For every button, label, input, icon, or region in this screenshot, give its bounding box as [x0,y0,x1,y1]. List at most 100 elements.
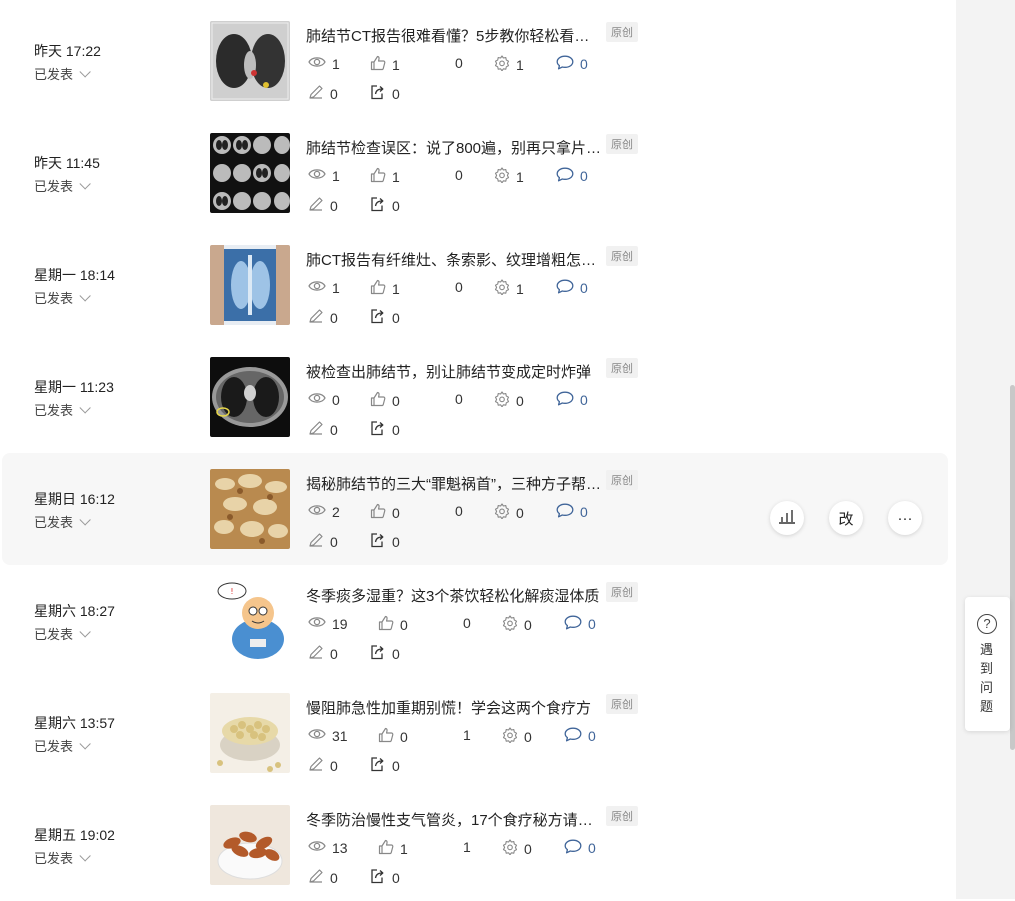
article-title[interactable]: 冬季痰多湿重？这3个茶饮轻松化解痰湿体质 [306,585,604,606]
article-thumbnail[interactable]: ! [210,581,290,661]
pen-icon [308,756,330,775]
chevron-down-icon [79,625,91,638]
article-title[interactable]: 揭秘肺结节的三大“罪魁祸首”，三种方子帮你化解 [306,473,604,494]
article-thumbnail[interactable] [210,21,290,101]
comments-count: 0 [588,840,596,856]
forwards-stat[interactable]: 0 [370,644,400,663]
recommends-count: 0 [524,616,532,633]
forwards-stat[interactable]: 0 [370,196,400,215]
views-stat: 0 [308,391,340,408]
article-thumbnail[interactable] [210,245,290,325]
article-row[interactable]: 昨天 11:45 已发表 肺结节检查误区：说了800遍，别再只拿片子不拿报告原创 1 1… [2,117,948,229]
likes-stat: 1 [378,839,408,858]
forwards-stat[interactable]: 0 [370,308,400,327]
publish-status-dropdown[interactable]: 已发表 [34,736,91,755]
shares-count: 0 [455,279,463,295]
article-row[interactable]: 星期一 11:23 已发表 被检查出肺结节，别让肺结节变成定时炸弹 原创 0 0 0 0 0 0 0 [2,341,948,453]
likes-stat: 0 [370,391,400,410]
forwards-count: 0 [392,645,400,662]
likes-count: 1 [392,56,400,73]
more-button[interactable]: ··· [888,501,922,535]
comments-stat[interactable]: 0 [556,503,588,521]
chevron-down-icon [79,849,91,862]
scrollbar[interactable] [1010,385,1015,750]
forwards-count: 0 [392,197,400,214]
chevron-down-icon [79,513,91,526]
article-title[interactable]: 肺结节CT报告很难看懂？5步教你轻松看懂CT报告 [306,25,604,46]
chevron-down-icon [79,65,91,78]
article-thumbnail[interactable] [210,469,290,549]
forwards-stat[interactable]: 0 [370,84,400,103]
pen-icon [308,420,330,439]
likes-count: 1 [400,840,408,857]
likes-count: 0 [392,392,400,409]
publish-status-label: 已发表 [34,179,74,194]
article-row[interactable]: 星期日 16:12 已发表 揭秘肺结节的三大“罪魁祸首”，三种方子帮你化解 原创 2 0 0… [2,453,948,565]
views-count: 0 [332,391,340,408]
likes-count: 0 [392,504,400,521]
article-thumbnail[interactable] [210,133,290,213]
forwards-stat[interactable]: 0 [370,532,400,551]
chevron-down-icon [79,737,91,750]
forwards-stat[interactable]: 0 [370,756,400,775]
gear-icon [494,503,516,522]
comments-stat[interactable]: 0 [564,727,596,745]
shares-count: 0 [455,167,463,183]
help-button[interactable]: ? 遇到问题 [965,597,1010,731]
article-row[interactable]: 昨天 17:22 已发表 肺结节CT报告很难看懂？5步教你轻松看懂CT报告原创 1 1 0… [2,5,948,117]
comments-stat[interactable]: 0 [556,167,588,185]
forwards-count: 0 [392,533,400,550]
comments-stat[interactable]: 0 [564,839,596,857]
views-count: 19 [332,615,348,632]
comments-count: 0 [588,616,596,632]
article-thumbnail[interactable] [210,357,290,437]
thumbs-up-icon [378,727,400,746]
edits-count: 0 [330,869,338,886]
comments-stat[interactable]: 0 [556,391,588,409]
publish-time: 星期六 18:27 [34,603,115,619]
publish-status-dropdown[interactable]: 已发表 [34,64,91,83]
publish-status-dropdown[interactable]: 已发表 [34,848,91,867]
forwards-count: 0 [392,309,400,326]
article-row[interactable]: 星期五 19:02 已发表 冬季防治慢性支气管炎，17个食疗秘方请收好 原创 13 1 1 0… [2,789,948,901]
article-title[interactable]: 被检查出肺结节，别让肺结节变成定时炸弹 [306,361,604,382]
article-title[interactable]: 肺CT报告有纤维灶、条索影、纹理增粗怎么办 [306,249,604,270]
publish-status-dropdown[interactable]: 已发表 [34,400,91,419]
article-row[interactable]: 星期六 18:27 已发表! 冬季痰多湿重？这3个茶饮轻松化解痰湿体质 原创 19 0 0 0… [2,565,948,677]
comments-stat[interactable]: 0 [564,615,596,633]
recommends-stat: 1 [494,55,524,74]
original-tag: 原创 [606,246,638,266]
comments-stat[interactable]: 0 [556,279,588,297]
forwards-stat[interactable]: 0 [370,420,400,439]
article-thumbnail[interactable] [210,805,290,885]
article-row[interactable]: 星期六 13:57 已发表 慢阻肺急性加重期别慌！学会这两个食疗方 原创 31 0 1 0 0 0… [2,677,948,789]
article-thumbnail[interactable] [210,693,290,773]
edit-button[interactable]: 改 [829,501,863,535]
shares-stat: 1 [463,839,471,855]
original-tag: 原创 [606,694,638,714]
recommends-count: 1 [516,168,524,185]
recommends-stat: 0 [494,391,524,410]
article-title[interactable]: 肺结节检查误区：说了800遍，别再只拿片子不拿报告 [306,137,604,158]
publish-status-dropdown[interactable]: 已发表 [34,512,91,531]
publish-status-label: 已发表 [34,739,74,754]
publish-status-dropdown[interactable]: 已发表 [34,624,91,643]
thumbs-up-icon [370,55,392,74]
views-stat: 1 [308,55,340,72]
recommends-stat: 1 [494,167,524,186]
comments-count: 0 [580,56,588,72]
article-row[interactable]: 星期一 18:14 已发表 肺CT报告有纤维灶、条索影、纹理增粗怎么办 原创 1 1 0 1 0… [2,229,948,341]
pen-icon [308,308,330,327]
publish-status-dropdown[interactable]: 已发表 [34,176,91,195]
svg-text:!: ! [230,587,233,596]
publish-status-dropdown[interactable]: 已发表 [34,288,91,307]
comments-stat[interactable]: 0 [556,55,588,73]
publish-status-label: 已发表 [34,851,74,866]
views-count: 13 [332,839,348,856]
bar-chart-icon [778,508,796,528]
forwards-stat[interactable]: 0 [370,868,400,887]
article-title[interactable]: 慢阻肺急性加重期别慌！学会这两个食疗方 [306,697,604,718]
stats-button[interactable] [770,501,804,535]
article-title[interactable]: 冬季防治慢性支气管炎，17个食疗秘方请收好 [306,809,604,830]
shares-stat: 0 [463,615,471,631]
